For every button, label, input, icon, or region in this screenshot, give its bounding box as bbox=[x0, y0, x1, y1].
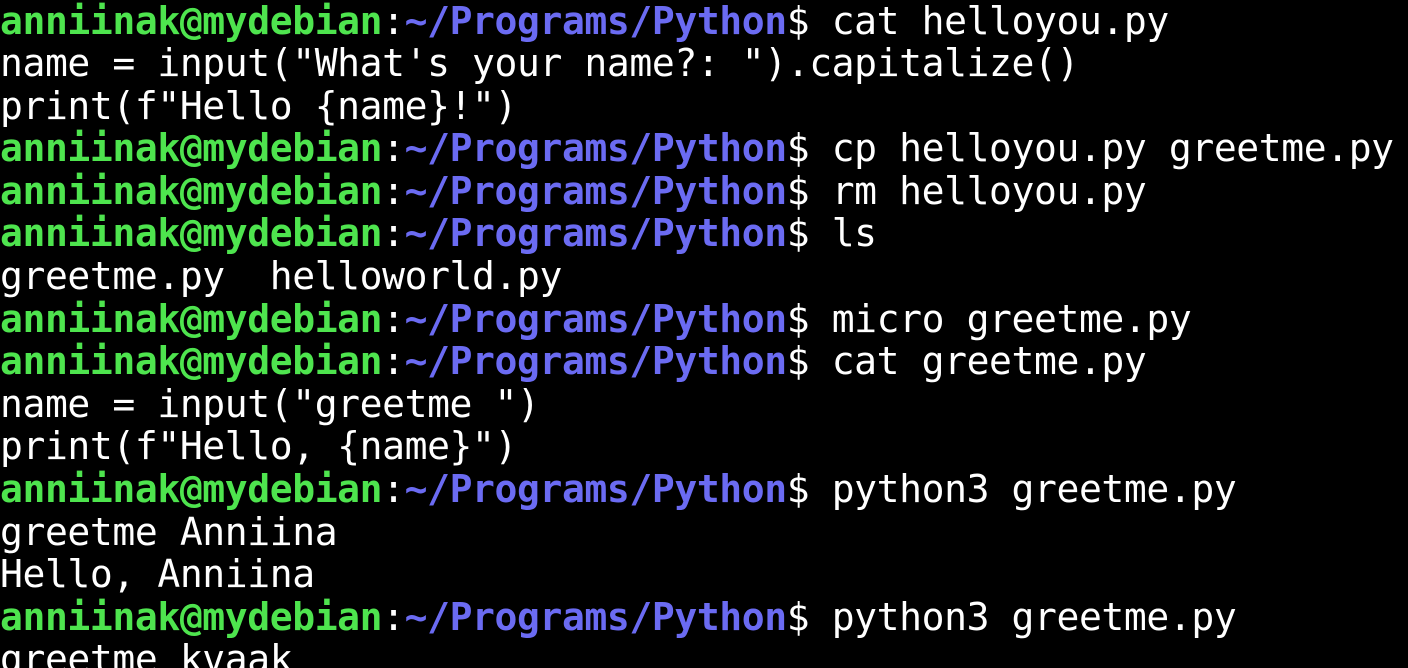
prompt-path: ~/Programs/Python bbox=[404, 467, 788, 512]
output-text: greetme Anniina bbox=[0, 509, 338, 554]
prompt-user-host: anniinak@mydebian bbox=[0, 296, 383, 341]
command-text: micro greetme.py bbox=[809, 296, 1192, 341]
prompt-symbol: $ bbox=[786, 594, 810, 639]
prompt-path: ~/Programs/Python bbox=[404, 0, 788, 43]
prompt-path: ~/Programs/Python bbox=[404, 211, 788, 256]
command-text: ls bbox=[809, 211, 877, 256]
command-text: python3 greetme.py bbox=[809, 467, 1237, 512]
prompt-user-host: anniinak@mydebian bbox=[0, 0, 383, 43]
output-text: name = input("What's your name?: ").capi… bbox=[0, 41, 1079, 86]
prompt-user-host: anniinak@mydebian bbox=[0, 211, 383, 256]
prompt-line: anniinak@mydebian:~/Programs/Python$ cat… bbox=[0, 340, 1394, 383]
prompt-separator: : bbox=[382, 126, 405, 171]
prompt-user-host: anniinak@mydebian bbox=[0, 594, 383, 639]
output-line: print(f"Hello {name}!") bbox=[0, 83, 1394, 128]
prompt-path: ~/Programs/Python bbox=[404, 168, 788, 213]
prompt-line: anniinak@mydebian:~/Programs/Python$ rm … bbox=[0, 170, 1394, 213]
prompt-line: anniinak@mydebian:~/Programs/Python$ cat… bbox=[0, 0, 1394, 42]
prompt-symbol: $ bbox=[786, 126, 810, 171]
output-line: greetme kvaak bbox=[0, 638, 1394, 668]
output-text: print(f"Hello {name}!") bbox=[0, 83, 517, 128]
prompt-separator: : bbox=[382, 467, 405, 512]
prompt-symbol: $ bbox=[786, 339, 810, 384]
prompt-separator: : bbox=[382, 0, 405, 43]
command-text: cat greetme.py bbox=[809, 339, 1147, 384]
command-text: rm helloyou.py bbox=[809, 168, 1147, 213]
output-text: print(f"Hello, {name}") bbox=[0, 424, 517, 469]
prompt-symbol: $ bbox=[786, 211, 810, 256]
terminal-window[interactable]: anniinak@mydebian:~/Programs/Python$ cat… bbox=[0, 0, 1408, 668]
prompt-path: ~/Programs/Python bbox=[404, 594, 788, 639]
prompt-user-host: anniinak@mydebian bbox=[0, 339, 383, 384]
prompt-separator: : bbox=[382, 168, 405, 213]
prompt-separator: : bbox=[382, 211, 405, 256]
output-line: greetme.py helloworld.py bbox=[0, 255, 1394, 298]
prompt-path: ~/Programs/Python bbox=[404, 339, 788, 384]
output-line: Hello, Anniina bbox=[0, 553, 1394, 596]
output-text: greetme kvaak bbox=[0, 637, 293, 668]
prompt-line: anniinak@mydebian:~/Programs/Python$ cp … bbox=[0, 127, 1394, 170]
prompt-line: anniinak@mydebian:~/Programs/Python$ pyt… bbox=[0, 596, 1394, 639]
output-line: greetme Anniina bbox=[0, 509, 1394, 554]
prompt-line: anniinak@mydebian:~/Programs/Python$ pyt… bbox=[0, 468, 1394, 511]
output-line: print(f"Hello, {name}") bbox=[0, 425, 1394, 468]
terminal-output: anniinak@mydebian:~/Programs/Python$ cat… bbox=[0, 0, 1394, 668]
output-line: name = input("What's your name?: ").capi… bbox=[0, 42, 1394, 85]
prompt-separator: : bbox=[382, 594, 405, 639]
command-text: cat helloyou.py bbox=[809, 0, 1170, 43]
prompt-symbol: $ bbox=[786, 467, 810, 512]
output-line: name = input("greetme ") bbox=[0, 383, 1394, 426]
prompt-user-host: anniinak@mydebian bbox=[0, 467, 383, 512]
command-text: python3 greetme.py bbox=[809, 594, 1237, 639]
output-text: Hello, Anniina bbox=[0, 552, 315, 597]
prompt-separator: : bbox=[382, 339, 405, 384]
prompt-separator: : bbox=[382, 296, 405, 341]
prompt-symbol: $ bbox=[786, 0, 810, 43]
prompt-user-host: anniinak@mydebian bbox=[0, 168, 383, 213]
prompt-path: ~/Programs/Python bbox=[404, 296, 788, 341]
prompt-line: anniinak@mydebian:~/Programs/Python$ ls bbox=[0, 212, 1394, 255]
prompt-line: anniinak@mydebian:~/Programs/Python$ mic… bbox=[0, 296, 1394, 341]
prompt-symbol: $ bbox=[786, 296, 810, 341]
prompt-path: ~/Programs/Python bbox=[404, 126, 788, 171]
prompt-user-host: anniinak@mydebian bbox=[0, 126, 383, 171]
command-text: cp helloyou.py greetme.py bbox=[809, 126, 1394, 171]
prompt-symbol: $ bbox=[786, 168, 810, 213]
output-text: name = input("greetme ") bbox=[0, 381, 540, 426]
output-text: greetme.py helloworld.py bbox=[0, 254, 562, 299]
